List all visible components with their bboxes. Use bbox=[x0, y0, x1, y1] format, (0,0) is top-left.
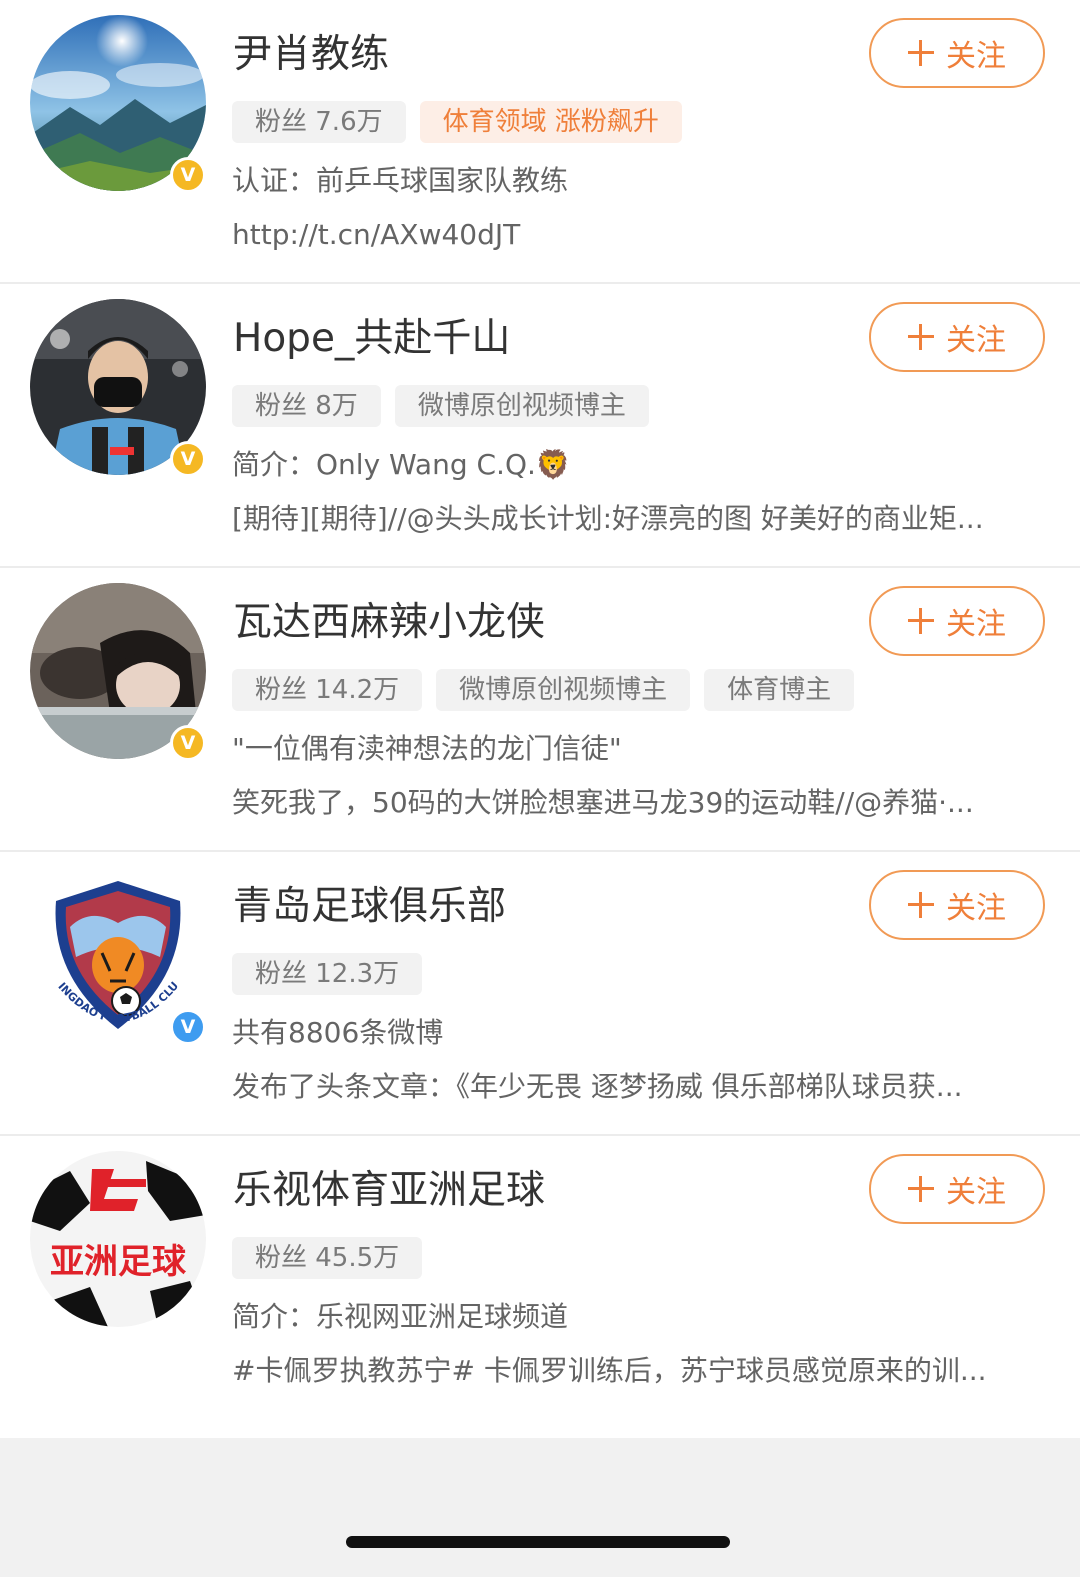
follow-label: 关注 bbox=[946, 39, 1006, 74]
user-card[interactable]: QINGDAO FOOTBALL CLUB V 青岛足球俱乐部 粉丝 12.3万… bbox=[0, 852, 1080, 1136]
tag-row: 粉丝 14.2万 微博原创视频博主 体育博主 bbox=[232, 669, 855, 711]
verified-badge: V bbox=[170, 725, 206, 761]
fans-count-tag: 粉丝 12.3万 bbox=[232, 953, 423, 995]
user-description: 认证：前乒乓球国家队教练 bbox=[232, 164, 569, 197]
avatar[interactable]: 亚洲足球 bbox=[30, 1151, 206, 1327]
user-name[interactable]: Hope_共赴千山 bbox=[233, 314, 510, 364]
home-indicator[interactable] bbox=[346, 1536, 730, 1548]
verified-badge: V bbox=[170, 1009, 206, 1045]
user-latest-post[interactable]: http://t.cn/AXw40dJT bbox=[232, 214, 1042, 256]
fans-count-tag: 粉丝 45.5万 bbox=[232, 1237, 423, 1279]
plus-icon bbox=[908, 892, 934, 918]
user-name[interactable]: 青岛足球俱乐部 bbox=[233, 882, 506, 932]
fans-count-tag: 粉丝 8万 bbox=[232, 385, 381, 427]
follow-button[interactable]: 关注 bbox=[869, 1154, 1045, 1224]
plus-icon bbox=[908, 608, 934, 634]
user-name[interactable]: 乐视体育亚洲足球 bbox=[233, 1166, 545, 1216]
follow-button[interactable]: 关注 bbox=[869, 18, 1045, 88]
verified-badge: V bbox=[170, 157, 206, 193]
avatar-image: 亚洲足球 bbox=[30, 1151, 206, 1327]
follow-button[interactable]: 关注 bbox=[869, 870, 1045, 940]
tag-row: 粉丝 8万 微博原创视频博主 bbox=[232, 385, 649, 427]
user-latest-post[interactable]: 笑死我了，50码的大饼脸想塞进马龙39的运动鞋//@养猫·... bbox=[232, 782, 1042, 824]
tag-row: 粉丝 12.3万 bbox=[232, 953, 423, 995]
plus-icon bbox=[908, 1176, 934, 1202]
trending-tag[interactable]: 体育领域 涨粉飙升 bbox=[419, 101, 682, 143]
avatar-logo-text: 亚洲足球 bbox=[50, 1242, 187, 1282]
user-latest-post[interactable]: [期待][期待]//@头头成长计划:好漂亮的图 好美好的商业矩... bbox=[232, 498, 1042, 540]
user-card[interactable]: V 尹肖教练 粉丝 7.6万 体育领域 涨粉飙升 认证：前乒乓球国家队教练 ht… bbox=[0, 0, 1080, 284]
follow-label: 关注 bbox=[946, 323, 1006, 358]
tag-row: 粉丝 7.6万 体育领域 涨粉飙升 bbox=[232, 101, 682, 143]
user-description: 共有8806条微博 bbox=[232, 1016, 444, 1049]
user-description: "一位偶有渎神想法的龙门信徒" bbox=[232, 732, 622, 765]
user-description: 简介：Only Wang C.Q.🦁 bbox=[232, 448, 571, 481]
verified-badge: V bbox=[170, 441, 206, 477]
user-description: 简介：乐视网亚洲足球频道 bbox=[232, 1300, 569, 1333]
category-tag[interactable]: 微博原创视频博主 bbox=[436, 669, 691, 711]
follow-label: 关注 bbox=[946, 1175, 1006, 1210]
category-tag[interactable]: 体育博主 bbox=[704, 669, 855, 711]
bottom-area bbox=[0, 1438, 1080, 1577]
plus-icon bbox=[908, 324, 934, 350]
follow-label: 关注 bbox=[946, 607, 1006, 642]
user-card[interactable]: V Hope_共赴千山 粉丝 8万 微博原创视频博主 简介：Only Wang … bbox=[0, 284, 1080, 568]
plus-icon bbox=[908, 40, 934, 66]
fans-count-tag: 粉丝 7.6万 bbox=[232, 101, 406, 143]
follow-label: 关注 bbox=[946, 891, 1006, 926]
follow-button[interactable]: 关注 bbox=[869, 302, 1045, 372]
user-name[interactable]: 尹肖教练 bbox=[233, 30, 389, 80]
user-name[interactable]: 瓦达西麻辣小龙侠 bbox=[233, 598, 545, 648]
user-card[interactable]: 亚洲足球 乐视体育亚洲足球 粉丝 45.5万 简介：乐视网亚洲足球频道 #卡佩罗… bbox=[0, 1136, 1080, 1420]
tag-row: 粉丝 45.5万 bbox=[232, 1237, 423, 1279]
follow-button[interactable]: 关注 bbox=[869, 586, 1045, 656]
user-latest-post[interactable]: #卡佩罗执教苏宁# 卡佩罗训练后，苏宁球员感觉原来的训... bbox=[232, 1350, 1042, 1392]
user-latest-post[interactable]: 发布了头条文章：《年少无畏 逐梦扬威 俱乐部梯队球员获... bbox=[232, 1066, 1042, 1108]
category-tag[interactable]: 微博原创视频博主 bbox=[394, 385, 649, 427]
user-card[interactable]: V 瓦达西麻辣小龙侠 粉丝 14.2万 微博原创视频博主 体育博主 "一位偶有渎… bbox=[0, 568, 1080, 852]
fans-count-tag: 粉丝 14.2万 bbox=[232, 669, 423, 711]
